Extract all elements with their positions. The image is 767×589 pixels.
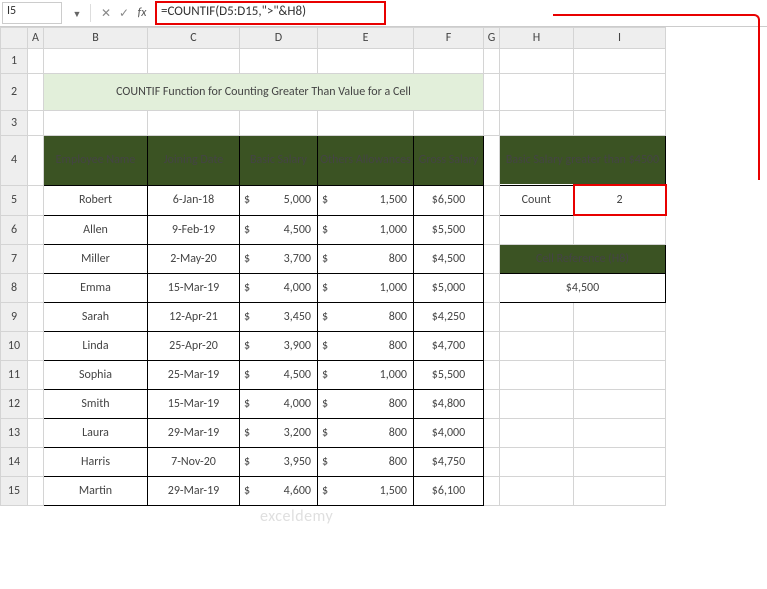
header-join: Joining Date [148,136,240,186]
table-cell[interactable]: $4,500 [240,360,318,389]
row-head-14[interactable]: 14 [1,447,28,476]
table-cell[interactable]: $1,500 [318,476,414,505]
col-head-a[interactable]: A [28,28,44,49]
table-cell[interactable]: $4,000 [240,389,318,418]
table-cell[interactable]: $3,450 [240,302,318,331]
table-cell[interactable]: 9-Feb-19 [148,215,240,244]
table-cell[interactable]: $4,000 [240,273,318,302]
table-cell[interactable]: $1,000 [318,360,414,389]
row-head-8[interactable]: 8 [1,273,28,302]
table-cell[interactable]: $800 [318,389,414,418]
table-cell[interactable]: $800 [318,302,414,331]
table-cell[interactable]: $4,800 [414,389,484,418]
table-cell[interactable]: 7-Nov-20 [148,447,240,476]
table-cell[interactable]: $1,000 [318,273,414,302]
name-box[interactable]: I5 [2,2,62,24]
table-cell[interactable]: $1,500 [318,185,414,215]
table-cell[interactable]: $4,600 [240,476,318,505]
table-cell[interactable]: 15-Mar-19 [148,389,240,418]
table-cell[interactable]: $800 [318,244,414,273]
row-head-12[interactable]: 12 [1,389,28,418]
table-cell[interactable]: 29-Mar-19 [148,476,240,505]
table-cell[interactable]: Harris [44,447,148,476]
table-cell[interactable]: $3,700 [240,244,318,273]
formula-input[interactable]: =COUNTIF(D5:D15,">"&H8) [155,1,386,25]
row-head-13[interactable]: 13 [1,418,28,447]
table-cell[interactable]: 6-Jan-18 [148,185,240,215]
table-cell[interactable]: Smith [44,389,148,418]
table-cell[interactable]: $800 [318,331,414,360]
table-cell[interactable]: Robert [44,185,148,215]
header-others: Others Allowances [318,136,414,186]
table-cell[interactable]: $6,500 [414,185,484,215]
table-cell[interactable]: Allen [44,215,148,244]
header-basic: Basic Salary [240,136,318,186]
header-employee: Employee Name [44,136,148,186]
row-head-4[interactable]: 4 [1,136,28,186]
side-header-2: Cell Reference (H8) [500,244,666,273]
watermark: exceldemy [260,507,333,526]
table-cell[interactable]: Martin [44,476,148,505]
table-cell[interactable]: 2-May-20 [148,244,240,273]
name-box-dropdown-icon[interactable]: ▼ [70,6,84,20]
row-head-5[interactable]: 5 [1,185,28,215]
table-cell[interactable]: $5,000 [240,185,318,215]
table-cell[interactable]: Laura [44,418,148,447]
col-head-d[interactable]: D [240,28,318,49]
count-label: Count [500,185,574,215]
table-cell[interactable]: $6,100 [414,476,484,505]
title: COUNTIF Function for Counting Greater Th… [44,74,484,111]
table-cell[interactable]: $4,000 [414,418,484,447]
row-head-11[interactable]: 11 [1,360,28,389]
count-result[interactable]: 2 [574,185,666,215]
callout-line-icon [553,14,760,180]
fx-icon[interactable]: fx [133,6,151,20]
table-cell[interactable]: 12-Apr-21 [148,302,240,331]
header-gross: Gross Salary [414,136,484,186]
table-cell[interactable]: $5,500 [414,360,484,389]
col-head-b[interactable]: B [44,28,148,49]
col-head-e[interactable]: E [318,28,414,49]
row-head-10[interactable]: 10 [1,331,28,360]
table-cell[interactable]: $5,500 [414,215,484,244]
table-cell[interactable]: 15-Mar-19 [148,273,240,302]
row-head-3[interactable]: 3 [1,111,28,136]
table-cell[interactable]: $3,900 [240,331,318,360]
table-cell[interactable]: Miller [44,244,148,273]
table-cell[interactable]: $800 [318,418,414,447]
table-cell[interactable]: Emma [44,273,148,302]
table-cell[interactable]: Linda [44,331,148,360]
table-cell[interactable]: $4,500 [240,215,318,244]
cancel-icon[interactable]: ✕ [97,6,115,21]
table-cell[interactable]: $4,750 [414,447,484,476]
table-cell[interactable]: 29-Mar-19 [148,418,240,447]
row-head-7[interactable]: 7 [1,244,28,273]
row-head-2[interactable]: 2 [1,74,28,111]
table-cell[interactable]: $4,500 [414,244,484,273]
table-cell[interactable]: $5,000 [414,273,484,302]
col-head-f[interactable]: F [414,28,484,49]
table-cell[interactable]: $3,950 [240,447,318,476]
row-head-9[interactable]: 9 [1,302,28,331]
row-head-6[interactable]: 6 [1,215,28,244]
table-cell[interactable]: $800 [318,447,414,476]
select-all-corner[interactable] [1,28,28,49]
table-cell[interactable]: 25-Apr-20 [148,331,240,360]
table-cell[interactable]: 25-Mar-19 [148,360,240,389]
table-cell[interactable]: $3,200 [240,418,318,447]
row-head-1[interactable]: 1 [1,49,28,74]
table-cell[interactable]: $1,000 [318,215,414,244]
cell-reference-value[interactable]: $4,500 [500,273,666,302]
table-cell[interactable]: $4,250 [414,302,484,331]
col-head-c[interactable]: C [148,28,240,49]
table-cell[interactable]: Sophia [44,360,148,389]
enter-icon[interactable]: ✓ [115,6,133,21]
col-head-g[interactable]: G [484,28,500,49]
table-cell[interactable]: $4,700 [414,331,484,360]
table-cell[interactable]: Sarah [44,302,148,331]
row-head-15[interactable]: 15 [1,476,28,505]
